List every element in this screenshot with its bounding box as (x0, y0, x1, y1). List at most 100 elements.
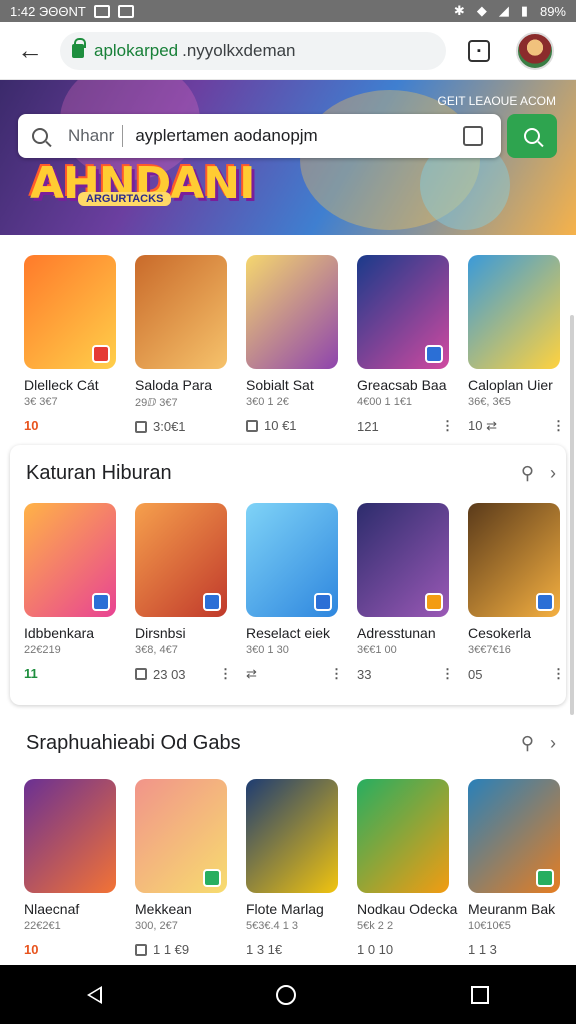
app-card[interactable]: Mekkean 300, 2€7 1 1 €9 (135, 779, 246, 957)
app-icon[interactable] (24, 255, 116, 369)
back-icon[interactable] (87, 985, 103, 1004)
app-card[interactable]: Dlelleck Cát 3€ 3€7 10 (24, 255, 135, 434)
app-icon[interactable] (24, 503, 116, 617)
rating-value: 10 (24, 942, 39, 957)
search-icon[interactable]: ⚲ (521, 733, 534, 754)
app-icon[interactable] (357, 503, 449, 617)
qr-code-icon[interactable] (463, 126, 483, 146)
tabs-icon[interactable]: ▪ (468, 39, 490, 62)
app-meta: 3€ 3€7 (24, 396, 58, 408)
search-input[interactable]: Nhanr ayplertamen aodanopjm (18, 114, 501, 158)
image-icon (117, 4, 134, 18)
app-card[interactable]: Meuranm Bak 10€10€5 1 1 3 (468, 779, 576, 957)
app-card[interactable]: Cesokerla 3€€7€16 05 ⋮ (468, 503, 576, 682)
app-icon[interactable] (24, 779, 116, 893)
app-card[interactable]: Nodkau Odecka 5€k 2 2 1 0 10 (357, 779, 468, 957)
app-name: Adresstunan (357, 625, 436, 641)
section-title: Sraphuahieabi Od Gabs (26, 731, 241, 754)
more-options-icon[interactable]: ⋮ (219, 666, 232, 682)
app-name: Flote Marlag (246, 901, 324, 917)
app-store-content[interactable]: Dlelleck Cát 3€ 3€7 10 Saloda Para 29ⅅ 3… (0, 235, 576, 965)
app-card[interactable]: Nlaecnaf 22€2€1 10 (24, 779, 135, 957)
app-card[interactable]: Reselact eiek 3€0 1 30 ⇄ ⋮ (246, 503, 357, 682)
more-options-icon[interactable]: ⋮ (552, 418, 565, 434)
app-row: Nlaecnaf 22€2€1 10 Mekkean 300, 2€7 1 1 … (10, 779, 566, 957)
app-name: Idbbenkara (24, 625, 95, 641)
lock-icon (72, 37, 86, 58)
app-icon[interactable] (246, 503, 338, 617)
avatar[interactable] (516, 31, 554, 70)
stat-value: ⇄ (246, 666, 257, 681)
download-icon (246, 419, 258, 432)
more-options-icon[interactable]: ⋮ (441, 418, 454, 434)
app-card[interactable]: Dirsnbsi 3€8, 4€7 23 03 ⋮ (135, 503, 246, 682)
app-icon[interactable] (135, 503, 227, 617)
battery-level: 89% (539, 3, 566, 19)
app-meta: 36€, 3€5 (468, 396, 511, 408)
banner-corner-text: GEIT LEAOUE ACOM (437, 94, 556, 108)
system-nav-bar (0, 965, 576, 1024)
app-meta: 29ⅅ 3€7 (135, 397, 178, 409)
stat-value: 1 1 3 (468, 942, 497, 957)
app-meta: 3€8, 4€7 (135, 644, 178, 656)
more-options-icon[interactable]: ⋮ (441, 666, 454, 682)
search-query: ayplertamen aodanopjm (135, 126, 318, 145)
back-arrow-icon[interactable]: ← (0, 22, 60, 80)
app-card[interactable]: Flote Marlag 5€3€.4 1 3 1 3 1€ (246, 779, 357, 957)
stat-value: 121 (357, 418, 379, 434)
stat-value: 1 3 1€ (246, 942, 283, 957)
battery-icon: ▮ (520, 3, 528, 18)
app-icon[interactable] (135, 255, 227, 369)
app-meta: 5€3€.4 1 3 (246, 920, 298, 932)
clock: 1:42 ЭΘΘΝΤ (10, 3, 86, 19)
app-meta: 4€00 1 1€1 (357, 396, 413, 408)
url-host: aplokarped (94, 40, 179, 60)
url-field[interactable]: aplokarped .nyyolkxdeman (60, 31, 446, 70)
app-card[interactable]: Caloplan Uier 36€, 3€5 10 ⇄ ⋮ (468, 255, 576, 434)
chevron-right-icon[interactable]: › (550, 463, 556, 484)
more-options-icon[interactable]: ⋮ (552, 666, 565, 682)
app-name: Saloda Para (135, 377, 213, 393)
app-meta: 22€219 (24, 644, 61, 656)
app-card[interactable]: Idbbenkara 22€219 11 (24, 503, 135, 682)
app-card[interactable]: Adresstunan 3€€1 00 33 ⋮ (357, 503, 468, 682)
app-name: Greacsab Baa (357, 377, 447, 393)
app-name: Nlaecnaf (24, 901, 80, 917)
home-icon[interactable] (276, 984, 297, 1005)
stat-value: 10 ⇄ (468, 418, 497, 433)
search-icon[interactable]: ⚲ (521, 463, 534, 484)
search-icon (524, 128, 540, 144)
search-button[interactable] (507, 114, 557, 158)
app-card[interactable]: Sobialt Sat 3€0 1 2€ 10 €1 (246, 255, 357, 434)
section-header: Sraphuahieabi Od Gabs ⚲ › (10, 723, 566, 763)
stat-value: 33 (357, 666, 372, 682)
app-meta: 22€2€1 (24, 920, 61, 932)
search-prefix: Nhanr (68, 126, 115, 145)
app-name: Caloplan Uier (468, 377, 553, 393)
rating-value: 10 (24, 418, 39, 433)
app-card[interactable]: Saloda Para 29ⅅ 3€7 3:0€1 (135, 255, 246, 434)
stat-value: 1 0 10 (357, 942, 394, 957)
app-name: Meuranm Bak (468, 901, 556, 917)
notification-icon (93, 4, 110, 18)
more-options-icon[interactable]: ⋮ (330, 666, 343, 682)
section-header: Katuran Hiburan ⚲ › (10, 453, 566, 493)
app-icon[interactable] (357, 255, 449, 369)
app-meta: 5€k 2 2 (357, 920, 394, 932)
chevron-right-icon[interactable]: › (550, 733, 556, 754)
app-icon[interactable] (135, 779, 227, 893)
game-logo-subtitle: ARGURTACKS (78, 192, 172, 206)
app-icon[interactable] (468, 503, 560, 617)
app-icon[interactable] (357, 779, 449, 893)
app-icon[interactable] (246, 779, 338, 893)
app-card[interactable]: Greacsab Baa 4€00 1 1€1 121 ⋮ (357, 255, 468, 434)
recent-apps-icon[interactable] (470, 985, 489, 1004)
app-icon[interactable] (468, 255, 560, 369)
app-name: Nodkau Odecka (357, 901, 458, 917)
app-name: Cesokerla (468, 625, 532, 641)
download-icon (135, 420, 147, 433)
app-icon[interactable] (246, 255, 338, 369)
app-name: Mekkean (135, 901, 192, 917)
download-icon (135, 668, 147, 680)
app-icon[interactable] (468, 779, 560, 893)
